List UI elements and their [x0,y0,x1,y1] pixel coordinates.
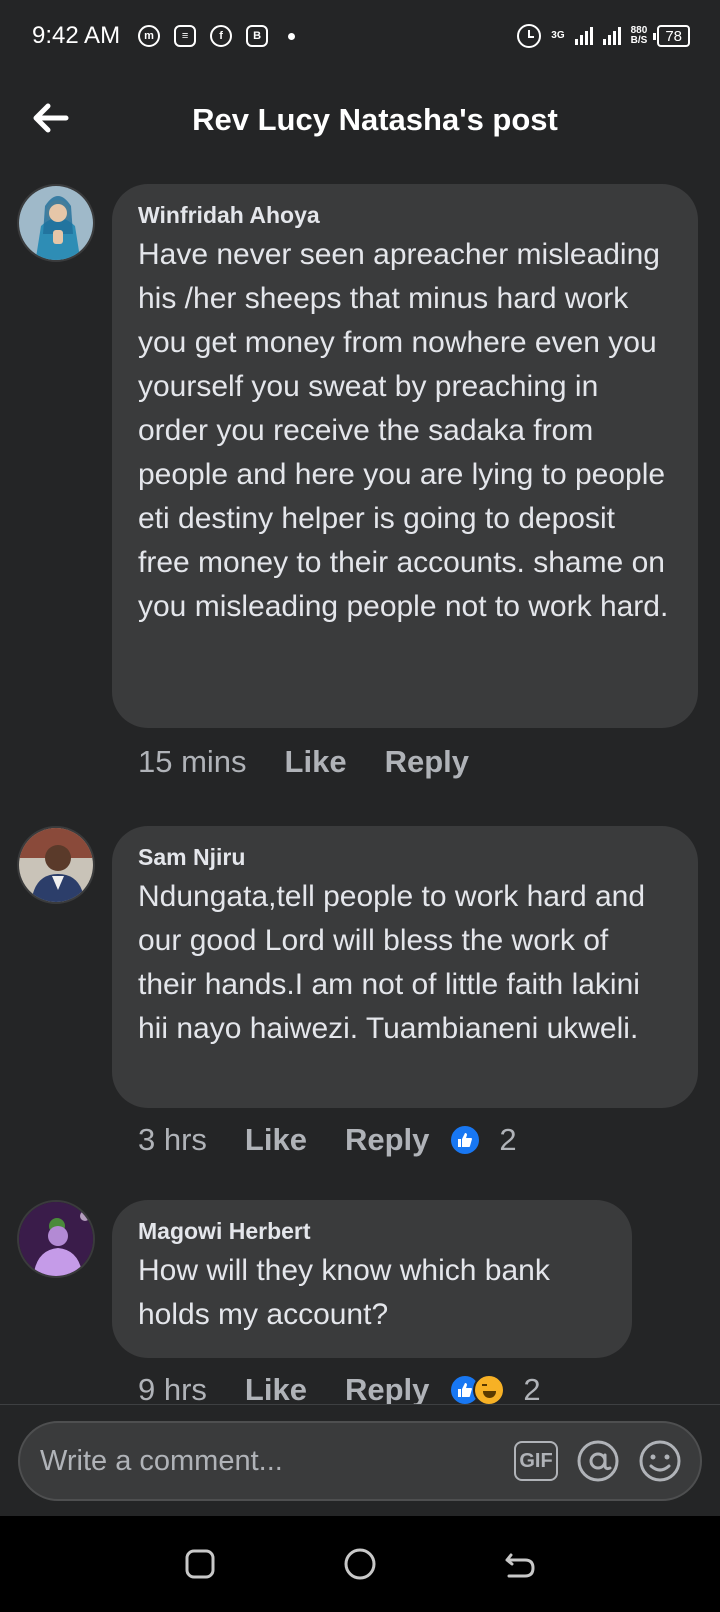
facebook-icon: f [210,25,233,47]
haha-reaction-icon [473,1374,506,1406]
network-speed: 880 B/S [630,25,648,46]
thumbs-up-reaction-icon [449,1124,482,1156]
reaction-count: 2 [523,1372,541,1407]
comment-actions: 3 hrs Like Reply 2 [138,1122,517,1158]
reply-button[interactable]: Reply [345,1122,429,1158]
comment-text: Ndungata,tell people to work hard and ou… [138,880,646,1045]
alarm-icon [517,24,542,48]
like-button[interactable]: Like [245,1122,307,1158]
signal-icon [574,27,593,45]
status-bar: 9:42 AM m ≡ f B 3G 880 B/S 78 [0,0,720,72]
browser-icon: B [246,25,269,47]
comment-time[interactable]: 3 hrs [138,1122,207,1158]
avatar[interactable] [17,1200,95,1278]
comment-author[interactable]: Sam Njiru [138,844,674,871]
reply-button[interactable]: Reply [385,744,469,780]
comment-time[interactable]: 15 mins [138,744,247,780]
reaction-summary[interactable]: 2 [449,1122,517,1158]
comment-text: Have never seen apreacher misleading his… [138,238,669,623]
comment-text: How will they know which bank holds my a… [138,1254,550,1331]
comment-author[interactable]: Winfridah Ahoya [138,202,674,229]
recent-apps-button[interactable] [180,1544,220,1584]
comment-composer-area: GIF [0,1404,720,1516]
reaction-summary[interactable]: 2 [449,1372,541,1408]
back-button[interactable] [500,1544,540,1584]
page-title: Rev Lucy Natasha's post [192,102,558,137]
comment-time[interactable]: 9 hrs [138,1372,207,1408]
battery-indicator: 78 [653,25,690,47]
reaction-count: 2 [499,1122,517,1157]
mention-icon[interactable] [576,1439,620,1483]
reply-button[interactable]: Reply [345,1372,429,1408]
avatar[interactable] [17,826,95,904]
signal-icon-2 [602,27,621,45]
gif-icon[interactable]: GIF [514,1441,558,1481]
system-nav-bar [0,1516,720,1612]
header: Rev Lucy Natasha's post [0,80,720,160]
like-button[interactable]: Like [245,1372,307,1408]
comment-bubble: Sam Njiru Ndungata,tell people to work h… [112,826,698,1108]
network-type: 3G [551,30,565,41]
messenger-icon: m [138,25,161,47]
comment-input[interactable] [40,1444,496,1478]
comment-actions: 9 hrs Like Reply 2 [138,1372,541,1408]
comment-bubble: Winfridah Ahoya Have never seen apreache… [112,184,698,728]
news-icon: ≡ [174,25,197,47]
home-button[interactable] [340,1544,380,1584]
status-time: 9:42 AM [32,22,121,49]
comment-actions: 15 mins Like Reply [138,744,489,780]
avatar[interactable] [17,184,95,262]
comment-author[interactable]: Magowi Herbert [138,1218,608,1245]
more-notifications-icon [288,32,296,40]
comment-bubble: Magowi Herbert How will they know which … [112,1200,632,1358]
like-button[interactable]: Like [285,744,347,780]
comment-composer: GIF [18,1421,702,1501]
emoji-icon[interactable] [638,1439,682,1483]
